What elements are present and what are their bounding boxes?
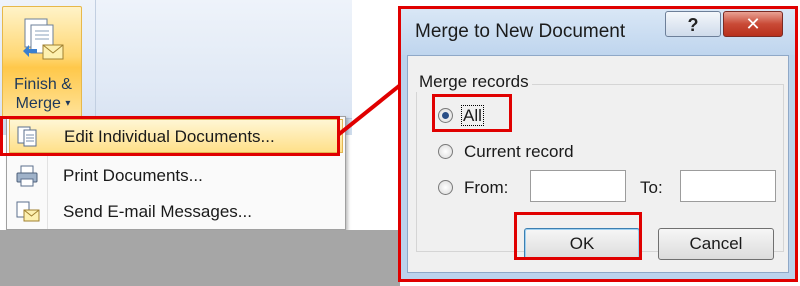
annotation-highlight-edit-item [0,116,340,156]
annotation-all-option [432,94,512,132]
finish-merge-icon [23,18,64,60]
background-area [0,230,400,286]
menu-item-print-documents[interactable]: Print Documents... [9,159,343,193]
annotation-ok-button [514,212,642,260]
menu-item-send-email-messages[interactable]: Send E-mail Messages... [9,195,343,229]
email-icon [16,201,40,222]
finish-merge-button[interactable]: Finish & Merge ▾ [2,6,82,118]
menu-item-label: Send E-mail Messages... [63,202,252,221]
dropdown-arrow-icon: ▾ [65,98,71,109]
printer-icon [16,165,38,187]
finish-merge-label: Finish & Merge ▾ [14,76,72,112]
ribbon: Finish & Merge ▾ [0,0,352,135]
ribbon-separator [95,0,96,118]
menu-item-label: Print Documents... [63,166,203,185]
